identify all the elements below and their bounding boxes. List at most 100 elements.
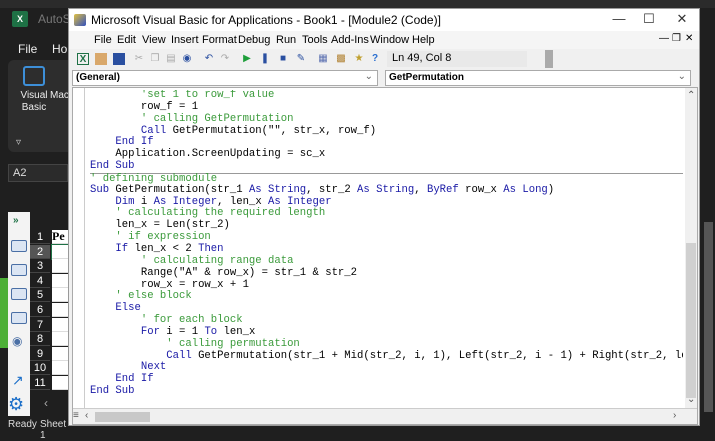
print-icon[interactable] — [11, 288, 27, 300]
cell[interactable] — [52, 259, 68, 274]
paste-icon[interactable]: ▤ — [165, 53, 177, 65]
menu-edit[interactable]: Edit — [117, 34, 136, 46]
collapse-ribbon-icon[interactable]: ▿ — [16, 137, 21, 148]
row-header[interactable]: 7 — [30, 318, 50, 332]
menu-window[interactable]: Window — [370, 34, 409, 46]
code-keyword: Call — [90, 124, 167, 137]
cell[interactable] — [51, 243, 69, 260]
macros-button[interactable]: Mac — [50, 90, 69, 101]
open-external-icon[interactable]: ↗ — [12, 372, 24, 389]
project-explorer-icon[interactable]: ▦ — [317, 53, 329, 65]
procedure-dropdown-value: GetPermutation — [389, 72, 465, 83]
row-header[interactable]: 4 — [30, 274, 50, 288]
cell[interactable] — [52, 346, 68, 361]
row-header[interactable]: 1 — [30, 230, 50, 244]
code-editor[interactable]: 'set 1 to row_f value row_f = 1 ' callin… — [90, 90, 683, 408]
mdi-close-button[interactable]: ✕ — [685, 33, 693, 44]
cell-a1[interactable]: Pe — [52, 229, 65, 244]
cell[interactable] — [52, 317, 68, 332]
excel-vertical-scrollbar[interactable] — [704, 222, 713, 412]
run-icon[interactable]: ▶ — [241, 53, 253, 65]
menu-add-ins[interactable]: Add-Ins — [331, 34, 369, 46]
form-icon[interactable] — [11, 240, 27, 252]
object-browser-icon[interactable]: ★ — [353, 53, 365, 65]
undo-icon[interactable]: ↶ — [203, 53, 215, 65]
cell[interactable] — [52, 288, 68, 303]
row-header[interactable]: 3 — [30, 259, 50, 274]
procedure-dropdown[interactable]: GetPermutation ⌄ — [385, 70, 691, 86]
code-text: row_x = row_x + 1 — [90, 278, 249, 291]
procedure-view-icon[interactable]: ≡ — [73, 410, 79, 421]
redo-icon[interactable]: ↷ — [219, 53, 231, 65]
code-keyword: As Long — [503, 183, 548, 196]
cell[interactable] — [52, 361, 68, 376]
gear-icon[interactable]: ⚙ — [8, 394, 24, 415]
toolbar-options-icon[interactable] — [545, 50, 553, 68]
row-header[interactable]: 11 — [30, 376, 50, 390]
cell[interactable] — [52, 303, 68, 317]
row-header[interactable]: 2 — [30, 244, 50, 259]
vertical-scroll-thumb[interactable] — [686, 243, 696, 398]
close-button[interactable]: ✕ — [667, 11, 697, 27]
object-dropdown[interactable]: (General) ⌄ — [72, 70, 378, 86]
menu-insert[interactable]: Insert — [171, 34, 199, 46]
cell[interactable] — [52, 273, 68, 288]
cell[interactable] — [52, 332, 68, 347]
view-excel-icon[interactable]: X — [77, 53, 89, 65]
maximize-button[interactable]: ☐ — [634, 11, 664, 27]
code-text: i — [134, 195, 154, 208]
design-mode-icon[interactable]: ✎ — [295, 53, 307, 65]
tab-file[interactable]: File — [18, 42, 37, 56]
scroll-down-icon[interactable]: ⌄ — [687, 394, 695, 405]
horizontal-scroll-thumb[interactable] — [95, 412, 150, 422]
row-header[interactable]: 5 — [30, 288, 50, 303]
copy-icon[interactable]: ❐ — [149, 53, 161, 65]
mdi-minimize-button[interactable]: — — [659, 33, 669, 44]
find-icon[interactable]: ◉ — [181, 53, 193, 65]
break-icon[interactable]: ❚ — [259, 53, 271, 65]
code-keyword: As String — [248, 183, 307, 196]
table-icon[interactable] — [11, 312, 27, 324]
cut-icon[interactable]: ✂ — [133, 53, 145, 65]
reset-icon[interactable]: ■ — [277, 53, 289, 65]
visual-basic-button[interactable]: Visual Basic — [20, 66, 48, 114]
horizontal-scrollbar[interactable]: ≡ ‹ › — [73, 408, 697, 424]
sheet-tab[interactable]: Sheet 1 — [40, 419, 68, 441]
row-header[interactable]: 9 — [30, 347, 50, 361]
save-icon[interactable] — [113, 53, 125, 65]
margin-indicator-bar[interactable] — [73, 88, 85, 408]
function-icon[interactable] — [11, 264, 27, 276]
menu-help[interactable]: Help — [412, 34, 435, 46]
menu-view[interactable]: View — [142, 34, 166, 46]
code-comment: ' if expression — [90, 231, 211, 244]
binoculars-icon[interactable]: ◉ — [12, 334, 22, 348]
object-dropdown-value: (General) — [76, 72, 120, 83]
code-window[interactable]: 'set 1 to row_f value row_f = 1 ' callin… — [72, 87, 698, 425]
menu-format[interactable]: Format — [202, 34, 237, 46]
mdi-restore-button[interactable]: ❐ — [672, 33, 681, 44]
scroll-left-icon[interactable]: ‹ — [44, 396, 48, 410]
code-comment: ' for each block — [90, 314, 243, 327]
vertical-scrollbar[interactable]: ⌃ ⌄ — [685, 88, 697, 408]
chevron-down-icon: ⌄ — [677, 71, 686, 82]
menu-run[interactable]: Run — [276, 34, 296, 46]
row-header[interactable]: 6 — [30, 303, 50, 317]
name-box[interactable]: A2 — [8, 164, 68, 182]
row-header[interactable]: 10 — [30, 361, 50, 376]
menu-tools[interactable]: Tools — [302, 34, 328, 46]
insert-module-icon[interactable] — [95, 53, 107, 65]
properties-icon[interactable]: ▩ — [335, 53, 347, 65]
help-icon[interactable]: ? — [369, 53, 381, 65]
scroll-up-icon[interactable]: ⌃ — [687, 90, 695, 101]
code-text: , len_x — [217, 195, 269, 208]
menu-bar: File Edit View Insert Format Debug Run Tools Add… — [69, 31, 699, 49]
menu-debug[interactable]: Debug — [238, 34, 270, 46]
scroll-right-icon[interactable]: › — [673, 410, 676, 421]
menu-file[interactable]: File — [94, 34, 112, 46]
cell[interactable] — [52, 376, 68, 390]
row-header[interactable]: 8 — [30, 332, 50, 347]
minimize-button[interactable]: — — [604, 11, 634, 26]
scroll-left-icon[interactable]: ‹ — [85, 410, 88, 421]
expand-icon[interactable]: » — [13, 215, 19, 226]
code-text: len_x — [217, 325, 256, 338]
